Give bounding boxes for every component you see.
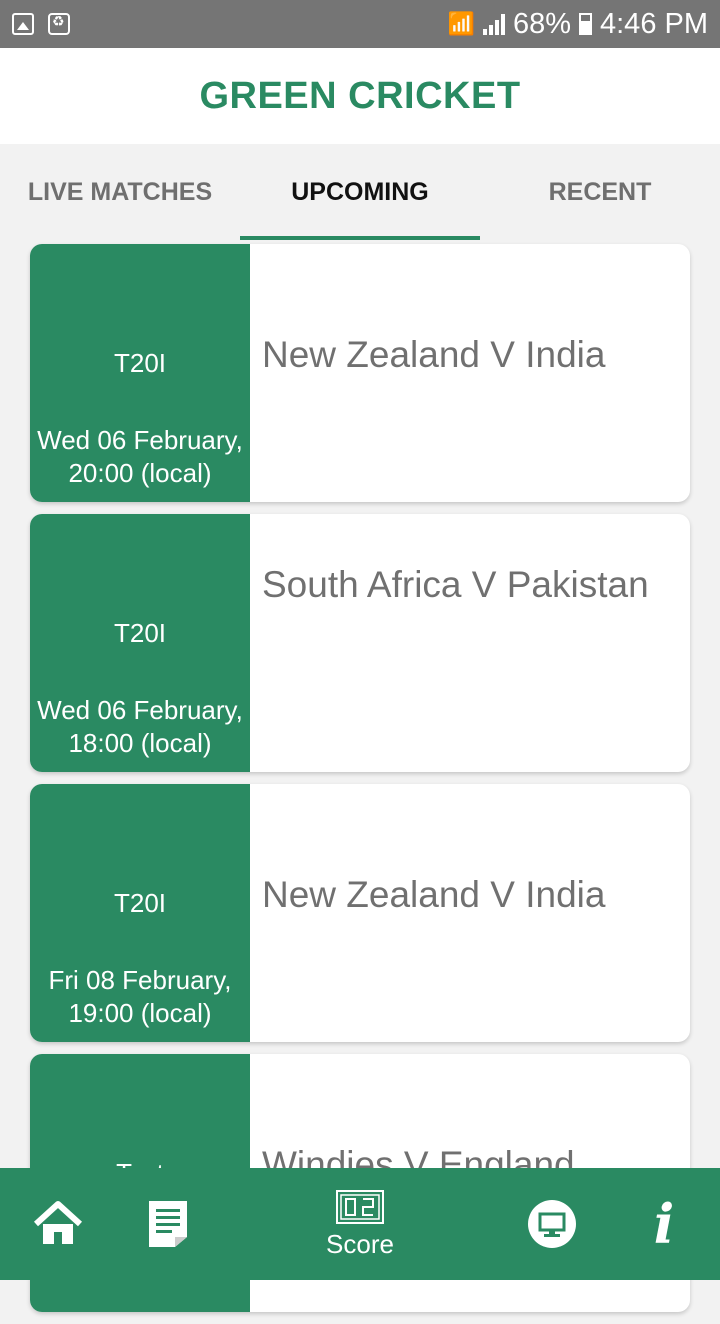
scoreboard-icon [336,1189,384,1224]
nav-news-button[interactable] [130,1168,206,1280]
bottom-nav: Score i [0,1168,720,1280]
tab-live-matches[interactable]: LIVE MATCHES [0,144,240,240]
status-bar: 📶 68% 4:46 PM [0,0,720,48]
image-icon [12,13,34,35]
match-list: T20I Wed 06 February, 20:00 (local) New … [30,244,690,1324]
match-title: New Zealand V India [262,334,606,375]
nav-score-button[interactable]: Score [300,1168,420,1280]
battery-icon [579,13,592,35]
home-icon [33,1201,83,1244]
match-title: South Africa V Pakistan [262,564,649,605]
signal-icon [482,13,505,35]
match-info-panel: T20I Wed 06 February, 20:00 (local) [30,244,250,502]
nav-info-button[interactable]: i [626,1168,702,1280]
match-date: Wed 06 February, 18:00 (local) [37,695,243,758]
app-header: GREEN CRICKET [0,48,720,144]
match-card[interactable]: T20I Wed 06 February, 20:00 (local) New … [30,244,690,502]
status-time: 4:46 PM [600,7,708,40]
match-info-panel: T20I Fri 08 February, 19:00 (local) [30,784,250,1042]
match-date: Wed 06 February, 20:00 (local) [37,425,243,488]
match-title: New Zealand V India [262,874,606,915]
match-card[interactable]: T20I Wed 06 February, 18:00 (local) Sout… [30,514,690,772]
match-info-panel: T20I Wed 06 February, 18:00 (local) [30,514,250,772]
news-icon [149,1201,187,1247]
app-title: GREEN CRICKET [199,74,521,117]
tv-icon [528,1200,576,1248]
tab-bar: LIVE MATCHES UPCOMING RECENT [0,144,720,240]
nav-tv-button[interactable] [514,1168,590,1280]
nav-home-button[interactable] [20,1168,96,1280]
match-format: T20I [113,888,167,918]
battery-percent: 68% [512,7,571,40]
wifi-icon: 📶 [447,11,475,36]
tab-upcoming[interactable]: UPCOMING [240,144,480,240]
match-card[interactable]: T20I Fri 08 February, 19:00 (local) New … [30,784,690,1042]
tab-recent[interactable]: RECENT [480,144,720,240]
match-format: T20I [113,348,167,378]
info-icon: i [653,1192,675,1256]
bag-icon [48,13,70,35]
match-format: T20I [113,618,167,648]
score-label: Score [326,1228,394,1259]
match-date: Fri 08 February, 19:00 (local) [48,965,232,1028]
